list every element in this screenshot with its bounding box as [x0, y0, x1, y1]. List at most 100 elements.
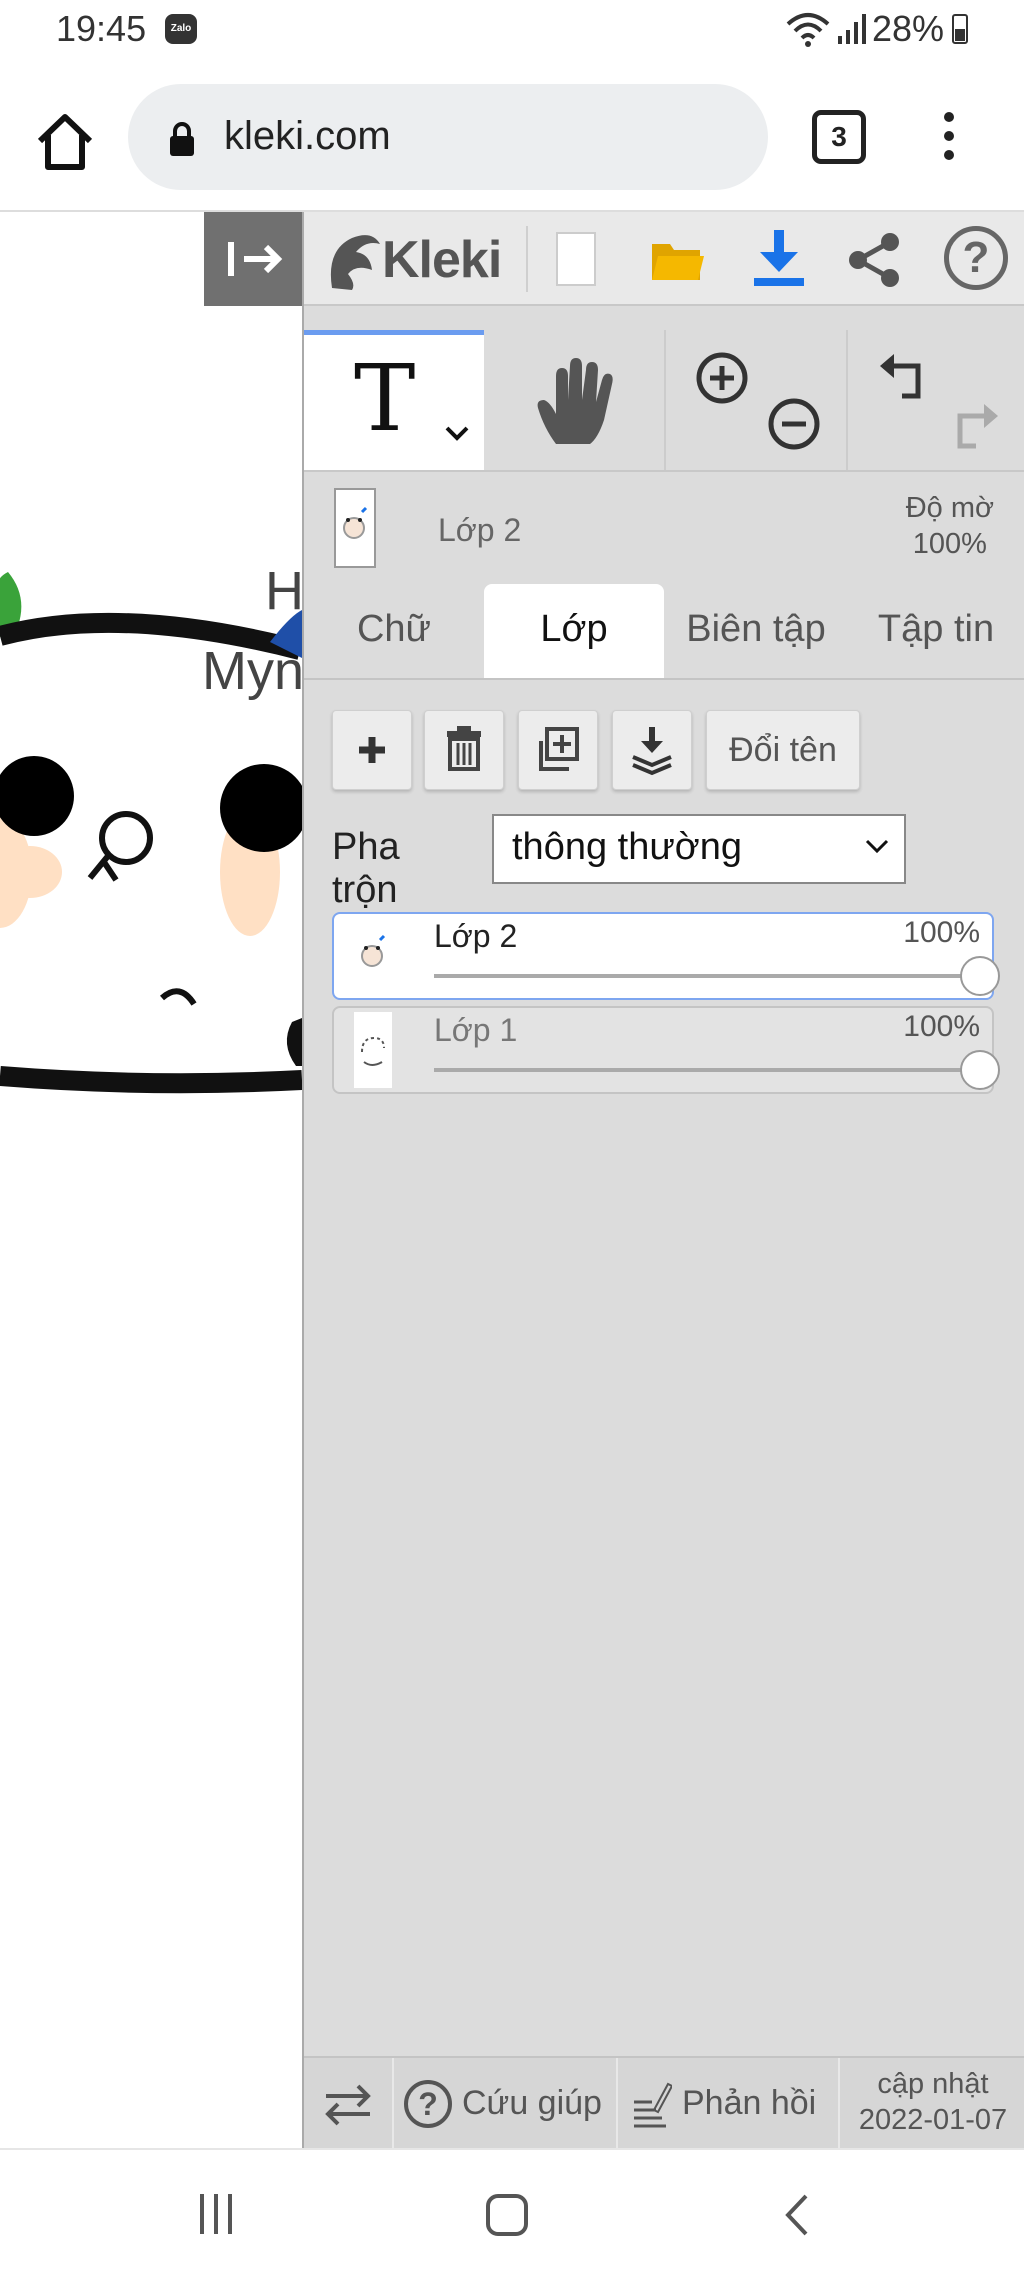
- zoom-controls: [668, 330, 848, 470]
- status-bar: 19:45 Zalo 28%: [0, 0, 1024, 62]
- open-file-button[interactable]: [650, 232, 704, 286]
- undo-redo-controls: [848, 330, 1024, 470]
- share-button[interactable]: [846, 232, 902, 288]
- merge-down-icon: [632, 727, 672, 776]
- system-navigation-bar: [0, 2148, 1024, 2276]
- hand-icon: [537, 358, 613, 444]
- tab-text[interactable]: Chữ: [304, 584, 484, 678]
- layer-opacity-slider-handle[interactable]: [960, 1050, 1000, 1090]
- new-file-icon: [556, 232, 596, 286]
- new-file-button[interactable]: [556, 232, 596, 286]
- opacity-label: Độ mờ: [905, 492, 994, 524]
- panel-tabs: Chữ Lớp Biên tập Tập tin: [304, 584, 1024, 680]
- blend-mode-select[interactable]: thông thường: [492, 814, 906, 884]
- tool-panel: Kleki ? T Lớp 2 Độ mờ 100% Chữ Lớp Biên …: [302, 212, 1024, 2150]
- wifi-icon: [786, 13, 830, 47]
- opacity-value: 100%: [912, 528, 987, 560]
- layer-opacity-slider-track[interactable]: [434, 974, 974, 978]
- text-tool-icon: T: [354, 345, 416, 452]
- battery-percent: 28%: [872, 8, 945, 49]
- url-text: kleki.com: [224, 114, 391, 158]
- layer-opacity: 100%: [903, 916, 980, 949]
- home-icon[interactable]: [30, 107, 100, 177]
- feedback-label: Phản hồi: [682, 2084, 817, 2122]
- feedback-link[interactable]: Phản hồi: [618, 2058, 838, 2148]
- duplicate-icon: [539, 727, 579, 771]
- lock-icon: [170, 122, 194, 156]
- tool-row: T: [304, 330, 1024, 472]
- app-toolbar: Kleki ?: [304, 212, 1024, 306]
- canvas-drawing: [0, 572, 302, 1094]
- chevron-down-icon: [865, 839, 889, 854]
- recent-apps-icon[interactable]: [200, 2194, 244, 2234]
- blend-mode-value: thông thường: [512, 826, 742, 868]
- kleki-logo-icon: [330, 235, 380, 290]
- add-layer-button[interactable]: [332, 710, 412, 790]
- layer-thumbnail: [354, 918, 392, 994]
- help-icon: ?: [404, 2080, 452, 2128]
- layer-name: Lớp 2: [434, 918, 518, 954]
- back-nav-icon[interactable]: [782, 2192, 812, 2238]
- zoom-out-icon[interactable]: [766, 396, 822, 452]
- signal-icon: [838, 14, 866, 44]
- battery-icon: [952, 14, 968, 44]
- canvas-text-fragment: H: [265, 561, 302, 621]
- canvas-text-fragment: Myn: [201, 641, 302, 701]
- chevron-down-icon[interactable]: [444, 425, 470, 441]
- home-nav-icon[interactable]: [486, 2194, 528, 2236]
- current-layer-header: Lớp 2 Độ mờ 100%: [304, 474, 1024, 584]
- tab-file[interactable]: Tập tin: [846, 584, 1024, 678]
- layer-list-item[interactable]: Lớp 2 100%: [332, 912, 1000, 1000]
- duplicate-layer-button[interactable]: [518, 710, 598, 790]
- address-bar[interactable]: kleki.com: [128, 84, 768, 190]
- merge-layer-down-button[interactable]: [612, 710, 692, 790]
- collapse-panel-button[interactable]: [204, 212, 302, 306]
- kleki-wordmark: Kleki: [382, 231, 502, 289]
- save-download-button[interactable]: [752, 230, 806, 288]
- share-icon: [849, 233, 899, 287]
- drawing-canvas[interactable]: H Myn: [0, 212, 302, 2148]
- browser-toolbar: kleki.com 3: [0, 62, 1024, 212]
- status-time: 19:45: [56, 8, 147, 49]
- help-icon[interactable]: ?: [944, 226, 1008, 290]
- current-layer-name: Lớp 2: [438, 512, 522, 548]
- browser-menu-icon[interactable]: [934, 106, 964, 176]
- update-date: 2022-01-07: [858, 2104, 1008, 2136]
- panel-footer: ? Cứu giúp Phản hồi cập nhật 2022-01-07: [304, 2056, 1024, 2150]
- text-tool-button[interactable]: T: [304, 330, 484, 470]
- redo-icon[interactable]: [948, 400, 1002, 454]
- current-layer-thumbnail: [334, 488, 376, 568]
- hand-tool-button[interactable]: [484, 330, 666, 470]
- layer-name: Lớp 1: [434, 1012, 518, 1048]
- kleki-logo[interactable]: Kleki: [326, 224, 516, 294]
- layer-preview-image: [361, 934, 386, 967]
- plus-icon: [359, 737, 385, 763]
- tab-switcher-button[interactable]: 3: [812, 110, 866, 164]
- blend-mode-label: Pha trộn: [332, 826, 400, 911]
- layer-opacity-readout[interactable]: Độ mờ 100%: [906, 490, 994, 562]
- arrow-right-bar-icon: [228, 242, 283, 276]
- help-link-label: Cứu giúp: [462, 2084, 602, 2122]
- tab-edit[interactable]: Biên tập: [666, 584, 846, 678]
- layer-opacity-slider-track[interactable]: [434, 1068, 974, 1072]
- layer-list-item[interactable]: Lớp 1 100%: [332, 1006, 1000, 1094]
- layer-opacity-slider-handle[interactable]: [960, 956, 1000, 996]
- feedback-pen-icon: [634, 2082, 672, 2128]
- layer-opacity: 100%: [903, 1010, 980, 1043]
- trash-icon: [447, 726, 481, 771]
- zalo-notification-icon: Zalo: [165, 14, 197, 44]
- help-link[interactable]: ? Cứu giúp: [394, 2058, 616, 2148]
- rename-layer-button[interactable]: Đổi tên: [706, 710, 860, 790]
- version-info[interactable]: cập nhật 2022-01-07: [840, 2066, 1024, 2138]
- download-icon: [754, 230, 804, 286]
- zoom-in-icon[interactable]: [694, 350, 750, 406]
- layer-preview-image: [361, 1036, 385, 1066]
- delete-layer-button[interactable]: [424, 710, 504, 790]
- swap-panel-side-button[interactable]: [304, 2058, 392, 2148]
- folder-icon: [652, 244, 704, 280]
- undo-icon[interactable]: [876, 350, 930, 404]
- layer-preview-image: [343, 506, 368, 539]
- layer-thumbnail: [354, 1012, 392, 1088]
- tab-layers[interactable]: Lớp: [484, 584, 664, 678]
- swap-arrows-icon: [325, 2084, 371, 2126]
